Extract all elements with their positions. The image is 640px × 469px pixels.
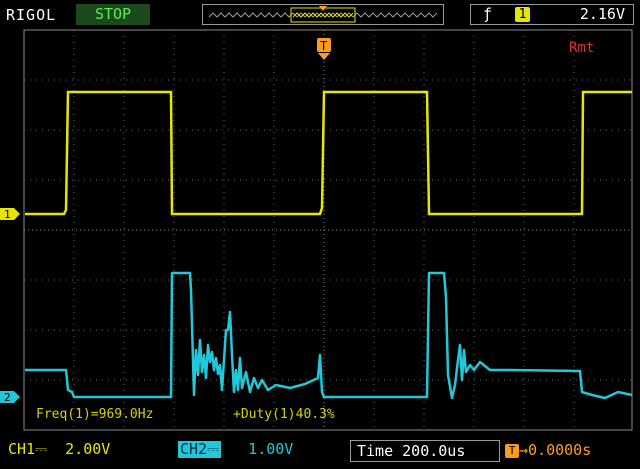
ch2-status[interactable]: CH2⎓ 1.00V (178, 440, 293, 458)
ch1-ground-marker[interactable]: 1 (0, 208, 20, 221)
bottom-status-bar: CH1⎓ 2.00V CH2⎓ 1.00V Time 200.0us T →0.0… (0, 436, 640, 469)
trigger-position-marker[interactable]: T (317, 38, 331, 60)
ch2-scale: 1.00V (248, 440, 294, 458)
trigger-offset-status[interactable]: T →0.0000s (505, 440, 591, 460)
time-label: Time (357, 442, 394, 460)
ch2-ground-marker[interactable]: 2 (0, 391, 20, 404)
ch1-label: CH1 (8, 440, 36, 458)
dc-coupling-icon: ⎓ (35, 440, 48, 458)
ch2-label: CH2 (180, 440, 208, 458)
time-scale: 200.0us (402, 442, 466, 460)
dc-coupling-icon: ⎓ (207, 440, 220, 458)
ch2-marker-label: 2 (4, 391, 11, 404)
ch1-marker-label: 1 (4, 208, 11, 221)
timebase-status[interactable]: Time 200.0us (350, 440, 500, 462)
waveform-display: 1 2 T (0, 29, 633, 431)
trigger-marker-label: T (320, 39, 327, 53)
trigger-offset-icon: T (505, 444, 519, 458)
trigger-offset-value: →0.0000s (519, 441, 592, 459)
frequency-measurement: Freq(1)=969.0Hz (36, 407, 154, 422)
remote-indicator: Rmt (569, 40, 595, 56)
ch1-waveform (25, 90, 632, 216)
ch1-status[interactable]: CH1⎓ 2.00V (8, 440, 110, 458)
ch2-waveform (25, 271, 633, 400)
duty-measurement: +Duty(1)40.3% (233, 407, 335, 422)
ch1-scale: 2.00V (65, 440, 111, 458)
